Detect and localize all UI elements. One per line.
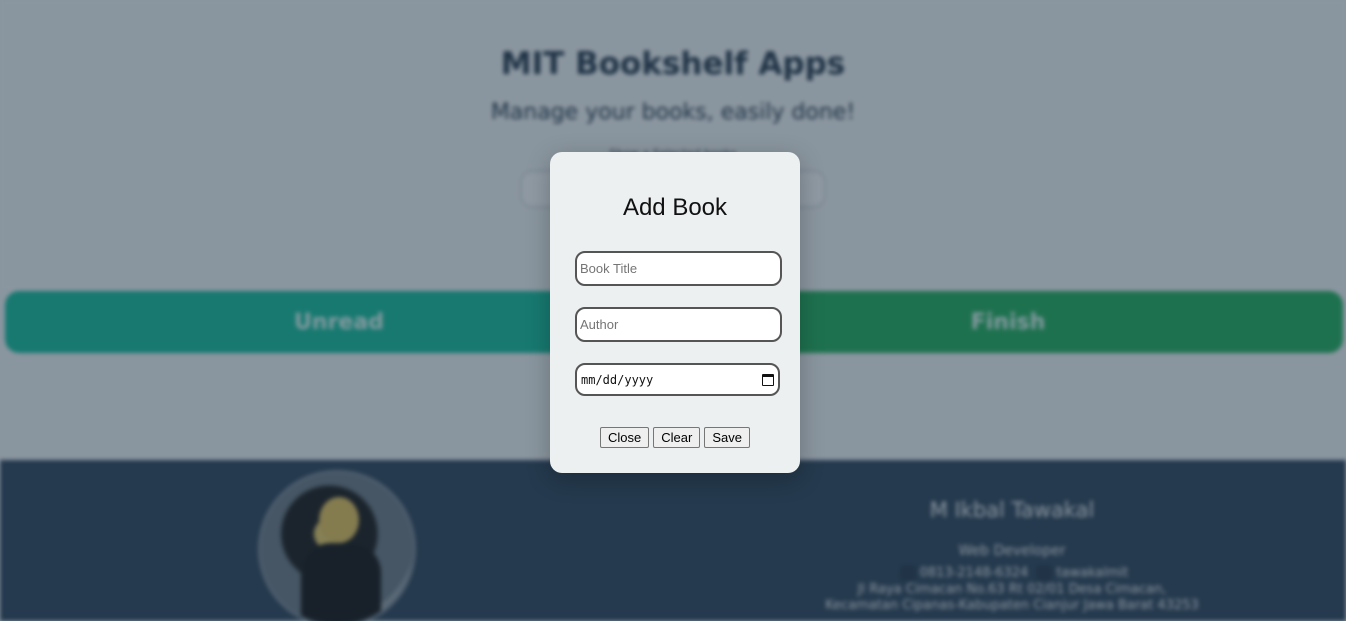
date-input[interactable]: mm/dd/yyyy (575, 363, 780, 396)
add-book-modal: Add Book mm/dd/yyyy Close Clear Save (550, 152, 800, 473)
modal-buttons: Close Clear Save (550, 427, 800, 448)
book-title-input[interactable] (575, 251, 782, 286)
close-button[interactable]: Close (600, 427, 650, 448)
clear-button[interactable]: Clear (653, 427, 701, 448)
save-button[interactable]: Save (704, 427, 750, 448)
author-input[interactable] (575, 307, 782, 342)
calendar-icon[interactable] (762, 373, 774, 386)
modal-title: Add Book (622, 194, 728, 221)
date-placeholder: mm/dd/yyyy (581, 372, 654, 387)
